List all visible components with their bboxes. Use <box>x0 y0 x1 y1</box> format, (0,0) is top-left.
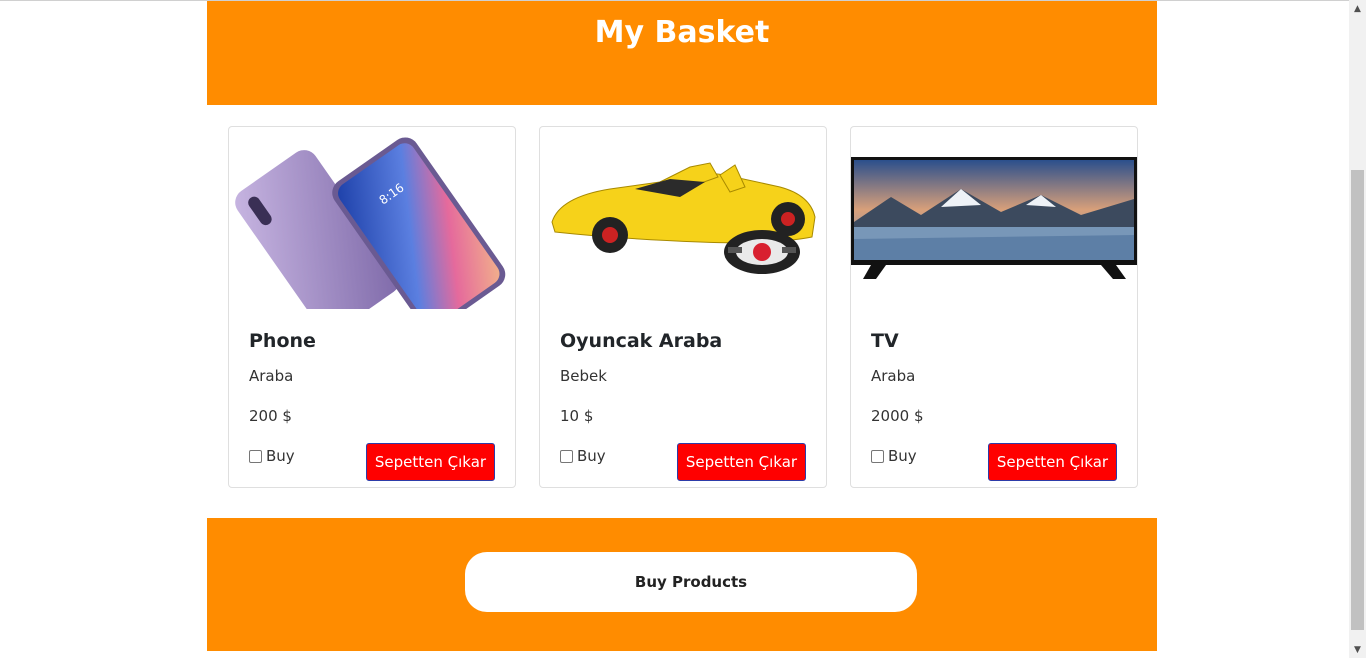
smartphone-image: 8:16 <box>229 127 515 309</box>
buy-checkbox-label[interactable]: Buy <box>249 447 295 465</box>
product-price: 2000 $ <box>871 407 924 425</box>
product-category: Araba <box>871 367 916 385</box>
product-card: Oyuncak Araba Bebek 10 $ Buy Sepetten Çı… <box>539 126 827 488</box>
product-name: Phone <box>249 330 316 352</box>
scroll-up-arrow-icon[interactable]: ▲ <box>1349 0 1366 17</box>
remove-from-basket-button[interactable]: Sepetten Çıkar <box>988 443 1117 481</box>
television-image <box>851 127 1137 309</box>
buy-label: Buy <box>577 447 606 465</box>
toy-car-image <box>540 127 826 309</box>
product-price: 200 $ <box>249 407 292 425</box>
remove-from-basket-button[interactable]: Sepetten Çıkar <box>677 443 806 481</box>
buy-checkbox[interactable] <box>560 449 573 463</box>
buy-checkbox[interactable] <box>871 449 884 463</box>
product-card: 8:16 Phone Araba 200 $ Buy Sepetten Çıka… <box>228 126 516 488</box>
product-card: TV Araba 2000 $ Buy Sepetten Çıkar <box>850 126 1138 488</box>
buy-checkbox[interactable] <box>249 449 262 463</box>
scroll-down-arrow-icon[interactable]: ▼ <box>1349 641 1366 658</box>
page-header: My Basket <box>207 1 1157 105</box>
page-title: My Basket <box>594 15 770 50</box>
buy-products-button[interactable]: Buy Products <box>465 552 917 612</box>
scrollbar-thumb[interactable] <box>1351 170 1364 630</box>
vertical-scrollbar[interactable]: ▲ ▼ <box>1349 0 1366 658</box>
product-name: TV <box>871 330 899 352</box>
buy-label: Buy <box>888 447 917 465</box>
page-footer: Buy Products <box>207 518 1157 651</box>
product-name: Oyuncak Araba <box>560 330 723 352</box>
product-category: Araba <box>249 367 294 385</box>
product-category: Bebek <box>560 367 607 385</box>
product-price: 10 $ <box>560 407 594 425</box>
buy-checkbox-label[interactable]: Buy <box>871 447 917 465</box>
buy-checkbox-label[interactable]: Buy <box>560 447 606 465</box>
buy-label: Buy <box>266 447 295 465</box>
remove-from-basket-button[interactable]: Sepetten Çıkar <box>366 443 495 481</box>
